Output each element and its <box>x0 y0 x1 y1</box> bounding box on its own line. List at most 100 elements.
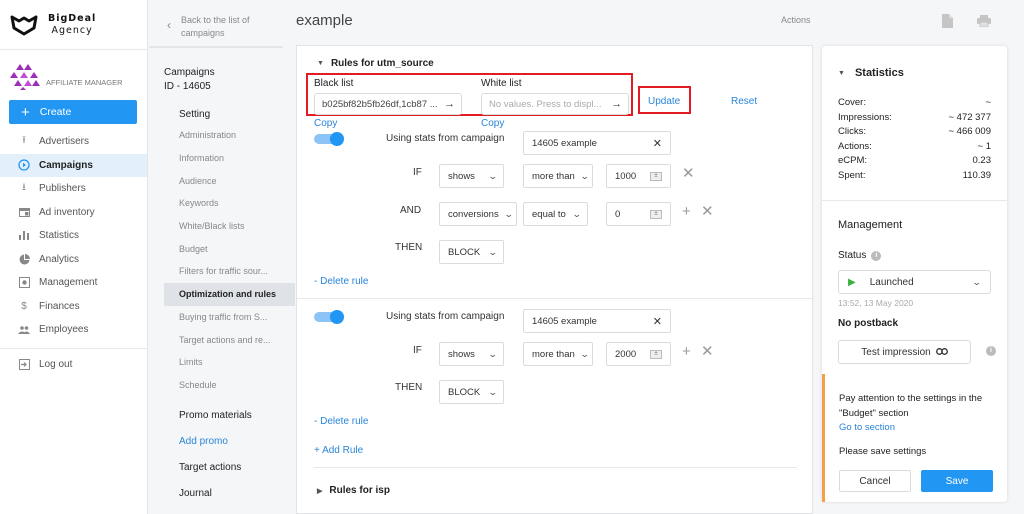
rule1-cond2-value-input[interactable]: 0 ± <box>606 202 671 226</box>
caret-right-icon: ▶ <box>317 487 323 495</box>
metric-value: shows <box>448 348 475 360</box>
copy-black-list-button[interactable]: Copy <box>314 118 337 129</box>
subnav-item-target-actions-re[interactable]: Target actions and re... <box>149 328 295 351</box>
stepper-icon[interactable]: ± <box>650 349 662 359</box>
nav-label: Campaigns <box>39 159 93 171</box>
subnav-item-information[interactable]: Information <box>149 147 295 170</box>
black-list-value: b025bf82b5fb26df,1cb87 ... <box>322 98 438 110</box>
subnav-item-buying-traffic[interactable]: Buying traffic from S... <box>149 306 295 329</box>
if-label: IF <box>413 345 422 356</box>
subnav-item-optimization-rules[interactable]: Optimization and rules <box>164 282 295 306</box>
subnav-item-audience[interactable]: Audience <box>149 169 295 192</box>
postback-status: No postback <box>838 318 899 329</box>
rule1-toggle[interactable] <box>314 132 344 146</box>
clear-icon[interactable]: ✕ <box>653 137 662 150</box>
nav-label: Advertisers <box>39 136 90 148</box>
add-condition-icon[interactable]: + <box>682 204 691 219</box>
rule2-delete-link[interactable]: - Delete rule <box>314 416 368 427</box>
isp-section-header[interactable]: ▶ Rules for isp <box>317 485 390 496</box>
subnav-item-administration[interactable]: Administration <box>149 124 295 147</box>
section-title: Rules for isp <box>329 485 390 496</box>
rule1-cond1-operator-select[interactable]: more than ⌄ <box>523 164 593 188</box>
white-list-placeholder: No values. Press to displ... <box>489 98 602 110</box>
nav-item-ad-inventory[interactable]: Ad inventory <box>0 201 147 225</box>
rule1-cond2-operator-select[interactable]: equal to ⌄ <box>523 202 588 226</box>
brand-name-line2: Agency <box>51 24 93 36</box>
campaign-value: 14605 example <box>532 315 597 327</box>
nav-item-advertisers[interactable]: ⭱ Advertisers <box>0 130 147 154</box>
stat-label: Clicks: <box>838 126 866 138</box>
subnav-item-white-black-lists[interactable]: White/Black lists <box>149 215 295 238</box>
rule1-cond1-metric-select[interactable]: shows ⌄ <box>439 164 504 188</box>
rule2-toggle[interactable] <box>314 310 344 324</box>
remove-condition-icon[interactable]: ✕ <box>701 344 714 359</box>
remove-condition-icon[interactable]: ✕ <box>701 204 714 219</box>
back-to-campaigns-link[interactable]: ‹ Back to the list of campaigns <box>149 0 283 48</box>
stepper-icon[interactable]: ± <box>650 209 662 219</box>
rule2-campaign-select[interactable]: 14605 example ✕ <box>523 309 671 333</box>
using-stats-label: Using stats from campaign <box>386 133 505 144</box>
remove-condition-icon[interactable]: ✕ <box>682 166 695 181</box>
subnav-item-limits[interactable]: Limits <box>149 351 295 374</box>
subnav-item-schedule[interactable]: Schedule <box>149 374 295 397</box>
promo-materials-link[interactable]: Promo materials <box>149 402 295 428</box>
rule2-cond1-operator-select[interactable]: more than ⌄ <box>523 342 593 366</box>
nav-item-campaigns[interactable]: Campaigns <box>0 153 147 177</box>
print-icon[interactable] <box>977 15 991 30</box>
black-list-input[interactable]: b025bf82b5fb26df,1cb87 ... → <box>314 93 462 115</box>
nav-label: Publishers <box>39 183 86 195</box>
add-promo-link[interactable]: Add promo <box>149 428 295 454</box>
subnav-item-budget[interactable]: Budget <box>149 237 295 260</box>
info-icon[interactable]: i <box>871 250 882 261</box>
journal-link[interactable]: Journal <box>149 480 295 506</box>
rule2-cond1-value-input[interactable]: 2000 ± <box>606 342 671 366</box>
clear-icon[interactable]: ✕ <box>653 315 662 328</box>
nav-item-finances[interactable]: $ Finances <box>0 295 147 319</box>
document-icon[interactable] <box>942 14 953 31</box>
test-impression-button[interactable]: Test impression <box>838 340 971 364</box>
brand-logo[interactable]: BigDeal Agency <box>0 0 147 50</box>
rule1-cond1-value-input[interactable]: 1000 ± <box>606 164 671 188</box>
rule1-campaign-select[interactable]: 14605 example ✕ <box>523 131 671 155</box>
status-label: Status i <box>838 250 882 261</box>
nav-item-publishers[interactable]: ⭳ Publishers <box>0 177 147 201</box>
subnav-item-filters-traffic-sources[interactable]: Filters for traffic sour... <box>149 260 295 283</box>
status-select[interactable]: ▶ Launched ⌄ <box>838 270 991 294</box>
nav-item-employees[interactable]: Employees <box>0 318 147 342</box>
download-icon: ⭳ <box>22 182 26 194</box>
reset-button[interactable]: Reset <box>731 96 757 107</box>
main-sidebar: BigDeal Agency AFFILIATE MANAGER + Creat… <box>0 0 148 514</box>
target-actions-link[interactable]: Target actions <box>149 454 295 480</box>
stepper-icon[interactable]: ± <box>650 171 662 181</box>
stat-row-ecpm: eCPM: 0.23 <box>838 155 991 170</box>
nav-label: Management <box>39 277 98 289</box>
white-list-input[interactable]: No values. Press to displ... → <box>481 93 629 115</box>
add-rule-link[interactable]: + Add Rule <box>314 445 363 456</box>
statistics-header[interactable]: ▼ Statistics <box>838 67 904 79</box>
action-value: BLOCK <box>448 246 481 258</box>
rule1-cond2-metric-select[interactable]: conversions ⌄ <box>439 202 517 226</box>
rule2-action-select[interactable]: BLOCK ⌄ <box>439 380 504 404</box>
add-condition-icon[interactable]: + <box>682 344 691 359</box>
create-button[interactable]: + Create <box>9 100 137 124</box>
cancel-button[interactable]: Cancel <box>839 470 911 492</box>
management-title: Management <box>838 219 903 231</box>
copy-white-list-button[interactable]: Copy <box>481 118 504 129</box>
nav-item-management[interactable]: Management <box>0 271 147 295</box>
rule2-cond1-metric-select[interactable]: shows ⌄ <box>439 342 504 366</box>
save-button[interactable]: Save <box>921 470 993 492</box>
chevron-down-icon: ⌄ <box>572 208 583 219</box>
save-notice: Please save settings <box>839 446 927 457</box>
rule1-delete-link[interactable]: - Delete rule <box>314 276 368 287</box>
nav-item-statistics[interactable]: Statistics <box>0 224 147 248</box>
subnav-item-keywords[interactable]: Keywords <box>149 192 295 215</box>
update-button[interactable]: Update <box>648 96 680 107</box>
nav-item-analytics[interactable]: Analytics <box>0 248 147 272</box>
nav-item-logout[interactable]: Log out <box>0 353 147 377</box>
utm-source-section-header[interactable]: ▼ Rules for utm_source <box>317 58 434 69</box>
go-to-section-link[interactable]: Go to section <box>839 422 895 433</box>
info-icon[interactable]: i <box>986 346 996 356</box>
rule1-action-select[interactable]: BLOCK ⌄ <box>439 240 504 264</box>
rule-divider <box>297 298 812 299</box>
and-label: AND <box>400 205 422 216</box>
